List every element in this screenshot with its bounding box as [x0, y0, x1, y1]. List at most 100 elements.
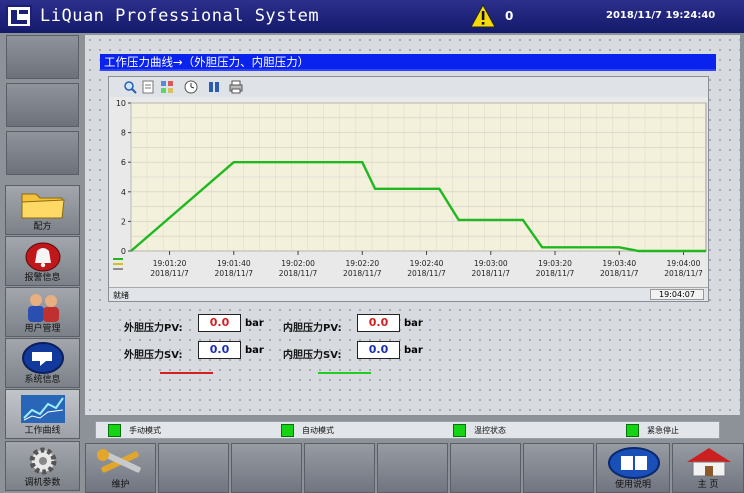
nav-recipe[interactable]: 配方 [5, 185, 80, 235]
outer-pressure-legend-line [160, 372, 213, 374]
inner-pv-unit: bar [404, 318, 423, 329]
nav-user-management[interactable]: 用户管理 [5, 287, 80, 337]
trend-chart-icon [21, 395, 65, 423]
bottom-bar: 维护 使用说明 主 页 [85, 443, 744, 493]
company-logo [6, 5, 32, 28]
alarm-count: 0 [505, 9, 514, 23]
zoom-icon[interactable] [123, 80, 137, 94]
inner-sv-label: 内胆压力SV: [283, 350, 342, 361]
user-manual-button[interactable]: 使用说明 [596, 443, 670, 493]
x-tick-time-label: 19:02:40 [410, 259, 444, 268]
nav-alarm-info[interactable]: 报警信息 [5, 236, 80, 286]
outer-sv-label: 外胆压力SV: [124, 350, 183, 361]
y-tick-label: 2 [121, 217, 126, 226]
nav-tuning-label: 调机参数 [24, 478, 61, 488]
temp-control-indicator [453, 424, 466, 437]
system-info-icon [22, 342, 64, 374]
nav-system-info[interactable]: 系统信息 [5, 338, 80, 388]
inner-sv-value[interactable]: 0.0 [357, 341, 400, 359]
bottom-blank-button-6[interactable] [523, 443, 594, 493]
sidebar-blank-button-3[interactable] [6, 131, 79, 175]
home-button[interactable]: 主 页 [672, 443, 744, 493]
folder-icon [21, 193, 65, 219]
outer-sv-value[interactable]: 0.0 [198, 341, 241, 359]
home-icon [687, 448, 731, 477]
users-icon [28, 294, 59, 322]
alarm-bell-icon [25, 242, 61, 272]
panel-header: 工作压力曲线→（外胆压力、内胆压力） [100, 54, 716, 71]
outer-pv-value: 0.0 [198, 314, 241, 332]
x-tick-date-label: 2018/11/7 [536, 269, 575, 278]
app-title: LiQuan Professional System [40, 6, 320, 26]
trend-statusbar: 就绪 19:04:07 [109, 287, 708, 301]
x-tick-date-label: 2018/11/7 [343, 269, 382, 278]
x-tick-date-label: 2018/11/7 [279, 269, 318, 278]
inner-sv-unit: bar [404, 345, 423, 356]
inner-pv-value: 0.0 [357, 314, 400, 332]
outer-sv-unit: bar [245, 345, 264, 356]
y-tick-label: 4 [121, 188, 126, 197]
x-tick-date-label: 2018/11/7 [600, 269, 639, 278]
gear-icon [29, 447, 57, 475]
nav-alarm-label: 报警信息 [24, 273, 61, 283]
clock-icon[interactable] [184, 80, 198, 94]
x-tick-time-label: 19:01:20 [153, 259, 187, 268]
sidebar-blank-button-2[interactable] [6, 83, 79, 127]
bottom-blank-button-5[interactable] [450, 443, 521, 493]
trend-view: 0 2 4 6 8 10 19:01:20 2018/11/7 19:01:40 2018/11/… [108, 76, 709, 302]
emergency-stop-indicator [626, 424, 639, 437]
outer-pv-label: 外胆压力PV: [124, 323, 183, 334]
maintain-button[interactable]: 维护 [85, 443, 156, 493]
warning-icon[interactable] [470, 4, 496, 28]
manual-mode-indicator [108, 424, 121, 437]
bottom-blank-button-1[interactable] [158, 443, 229, 493]
nav-work-curve-label: 工作曲线 [24, 426, 61, 436]
nav-work-curve[interactable]: 工作曲线 [5, 389, 80, 439]
bottom-blank-button-3[interactable] [304, 443, 375, 493]
trend-toolbar [109, 77, 708, 97]
y-tick-label: 0 [121, 247, 126, 256]
x-tick-time-label: 19:03:00 [474, 259, 508, 268]
x-tick-time-label: 19:03:40 [602, 259, 636, 268]
trend-status-text: 就绪 [113, 291, 129, 300]
grid-select-icon[interactable] [160, 80, 174, 94]
y-tick-label: 10 [116, 99, 126, 108]
trend-status-time: 19:04:07 [650, 289, 704, 300]
x-tick-time-label: 19:02:20 [345, 259, 379, 268]
manual-mode-label: 手动模式 [129, 426, 161, 435]
home-label: 主 页 [697, 480, 719, 490]
y-tick-label: 6 [121, 158, 126, 167]
status-indicator-strip: 手动模式 自动模式 温控状态 紧急停止 [95, 421, 720, 439]
y-tick-label: 8 [121, 129, 126, 138]
user-manual-label: 使用说明 [614, 480, 651, 490]
inner-pressure-legend-line [318, 372, 371, 374]
pressure-trend-chart: 024681019:01:202018/11/719:01:402018/11/… [113, 99, 707, 278]
pause-icon[interactable] [207, 80, 221, 94]
inner-pv-label: 内胆压力PV: [283, 323, 342, 334]
nav-tuning-params[interactable]: 调机参数 [5, 441, 80, 491]
x-tick-time-label: 19:04:00 [667, 259, 701, 268]
tools-icon [97, 449, 141, 473]
nav-system-label: 系统信息 [24, 375, 61, 385]
bottom-blank-button-2[interactable] [231, 443, 302, 493]
nav-recipe-label: 配方 [33, 222, 52, 232]
outer-pv-unit: bar [245, 318, 264, 329]
maintain-label: 维护 [111, 480, 130, 490]
x-tick-time-label: 19:02:00 [281, 259, 315, 268]
x-tick-date-label: 2018/11/7 [150, 269, 189, 278]
sidebar-blank-button-1[interactable] [6, 35, 79, 79]
page-icon[interactable] [141, 80, 155, 94]
bottom-blank-button-4[interactable] [377, 443, 448, 493]
x-tick-time-label: 19:01:40 [217, 259, 251, 268]
x-tick-date-label: 2018/11/7 [215, 269, 254, 278]
print-icon[interactable] [229, 80, 243, 94]
auto-mode-label: 自动模式 [302, 426, 334, 435]
x-tick-date-label: 2018/11/7 [664, 269, 703, 278]
auto-mode-indicator [281, 424, 294, 437]
system-datetime: 2018/11/7 19:24:40 [606, 10, 716, 21]
x-tick-date-label: 2018/11/7 [472, 269, 511, 278]
left-sidebar: 配方 报警信息 用户管理 系统信息 工作曲线 调机参数 [0, 33, 85, 493]
manual-book-icon [608, 447, 660, 479]
temp-control-label: 温控状态 [474, 426, 506, 435]
title-bar: LiQuan Professional System 0 2018/11/7 1… [0, 0, 744, 33]
